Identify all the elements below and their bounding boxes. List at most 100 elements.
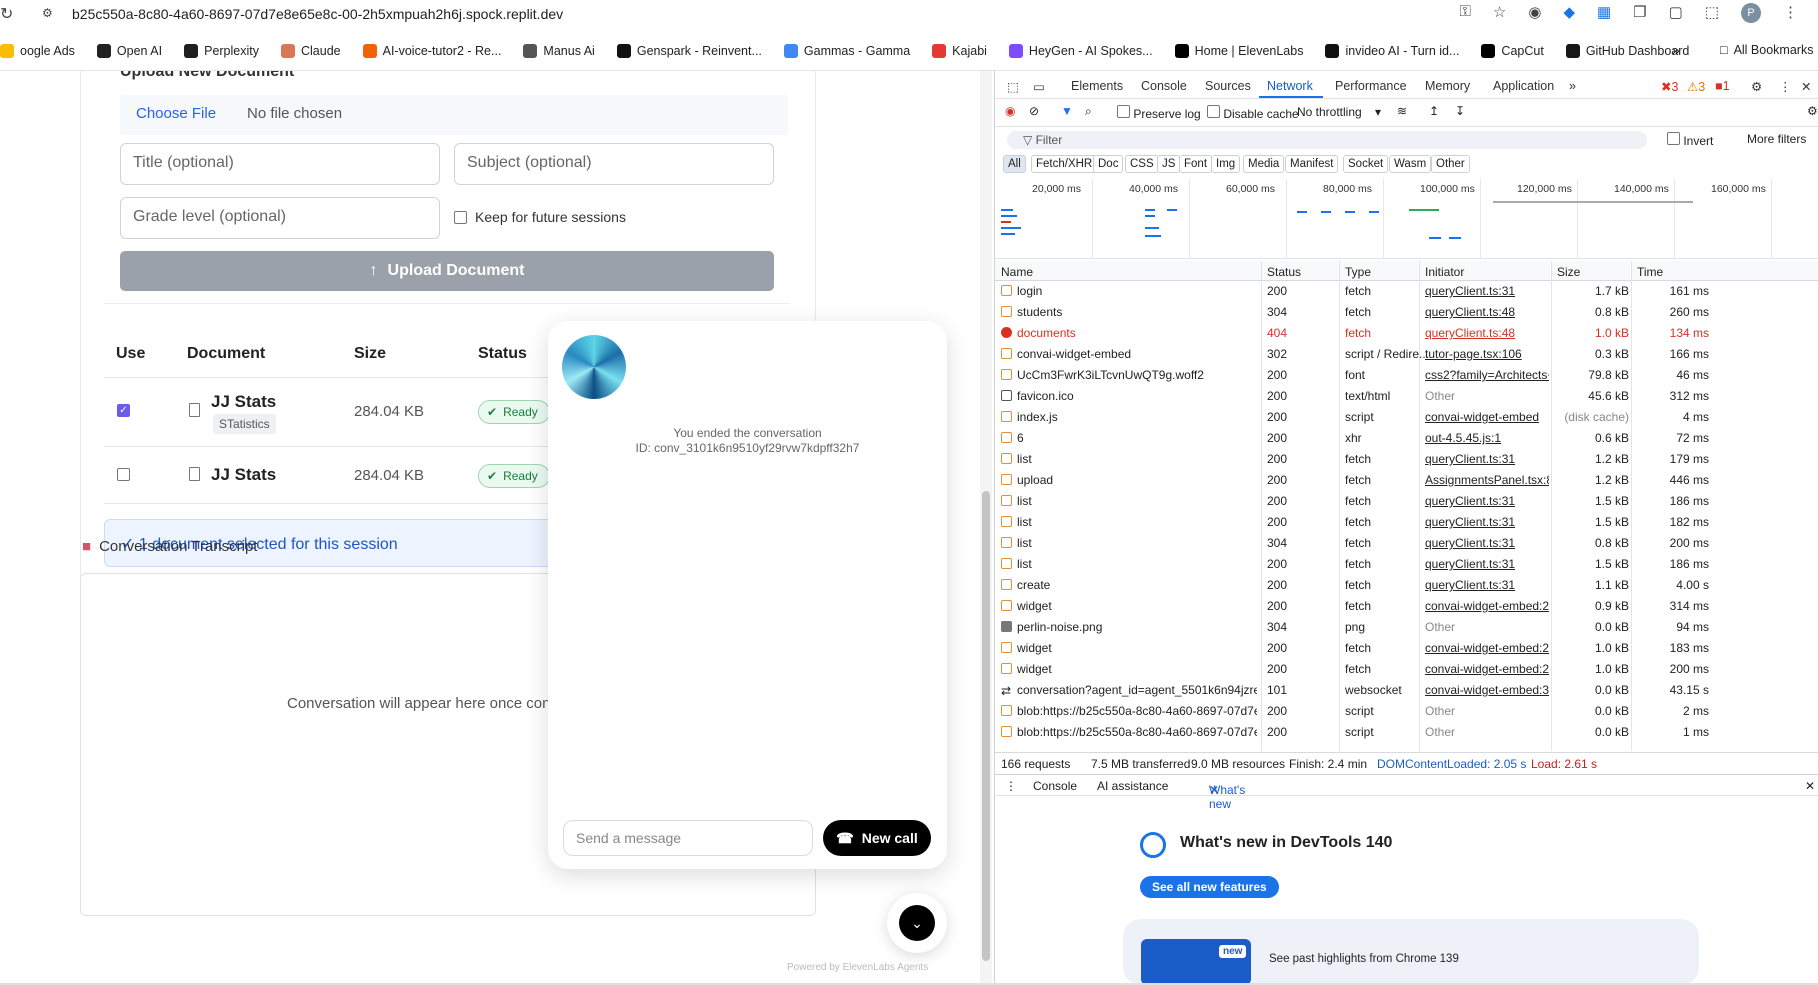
keep-sessions-checkbox[interactable] xyxy=(454,210,467,224)
preserve-log-checkbox[interactable] xyxy=(1117,105,1130,118)
bookmark-item[interactable]: CapCut xyxy=(1481,44,1544,58)
network-settings-icon[interactable]: ⚙ xyxy=(1807,104,1818,118)
bookmark-item[interactable]: Manus Ai xyxy=(523,44,595,58)
clear-icon[interactable]: ⊘ xyxy=(1029,104,1039,118)
title-input[interactable]: Title (optional) xyxy=(120,143,440,185)
export-har-icon[interactable]: ↧ xyxy=(1455,104,1465,118)
password-key-icon[interactable]: ⚿ xyxy=(1459,3,1470,23)
search-icon[interactable]: ⌕ xyxy=(1085,104,1092,119)
subject-input[interactable]: Subject (optional) xyxy=(454,143,774,185)
request-initiator[interactable]: tutor-page.tsx:106 xyxy=(1425,347,1549,361)
devtools-menu-icon[interactable]: ⋮ xyxy=(1779,79,1792,94)
request-initiator[interactable]: out-4.5.45.js:1 xyxy=(1425,431,1549,445)
request-row[interactable]: convai-widget-embed 302 script / Redire...… xyxy=(995,344,1818,365)
preserve-log-option[interactable]: Preserve log xyxy=(1117,105,1201,121)
request-initiator[interactable]: queryClient.ts:48 xyxy=(1425,305,1549,319)
tab-elements[interactable]: Elements xyxy=(1071,79,1123,93)
error-count[interactable]: ✖3 xyxy=(1661,79,1678,94)
tab-console[interactable]: Console xyxy=(1141,79,1187,93)
request-initiator[interactable]: queryClient.ts:31 xyxy=(1425,536,1549,550)
request-initiator[interactable]: queryClient.ts:31 xyxy=(1425,515,1549,529)
request-row[interactable]: ⇄ conversation?agent_id=agent_5501k6n94jz… xyxy=(995,680,1818,701)
request-initiator[interactable]: convai-widget-embed xyxy=(1425,410,1549,424)
request-initiator[interactable]: queryClient.ts:31 xyxy=(1425,557,1549,571)
request-initiator[interactable]: AssignmentsPanel.tsx:84 xyxy=(1425,473,1549,487)
request-row[interactable]: list 200 fetch queryClient.ts:31 1.2 kB 179 m… xyxy=(995,449,1818,470)
filter-chip-media[interactable]: Media xyxy=(1243,155,1285,173)
request-row[interactable]: favicon.ico 200 text/html Other 45.6 kB 312 m… xyxy=(995,386,1818,407)
bookmark-item[interactable]: GitHub Dashboard xyxy=(1565,44,1689,58)
filter-chip-css[interactable]: CSS xyxy=(1125,155,1159,173)
extensions-puzzle-icon[interactable]: ❐ xyxy=(1633,3,1646,23)
keep-sessions-option[interactable]: Keep for future sessions xyxy=(454,209,626,225)
close-tab-icon[interactable]: ✕ xyxy=(1209,783,1219,797)
request-initiator[interactable]: Other xyxy=(1425,704,1549,718)
request-initiator[interactable]: css2?family=Architects+Dau xyxy=(1425,368,1549,382)
url-text[interactable]: b25c550a-8c80-4a60-8697-07d7e8e65e8c-00-… xyxy=(72,6,563,22)
request-row[interactable]: create 200 fetch queryClient.ts:31 1.1 kB 4.0… xyxy=(995,575,1818,596)
tab-sources[interactable]: Sources xyxy=(1205,79,1251,93)
grade-level-input[interactable]: Grade level (optional) xyxy=(120,197,440,239)
bookmark-item[interactable]: Perplexity xyxy=(184,44,259,58)
extension-blue-icon[interactable]: ◆ xyxy=(1563,3,1575,23)
request-initiator[interactable]: Other xyxy=(1425,725,1549,739)
filter-chip-font[interactable]: Font xyxy=(1179,155,1213,173)
request-initiator[interactable]: queryClient.ts:31 xyxy=(1425,284,1549,298)
request-row[interactable]: list 304 fetch queryClient.ts:31 0.8 kB 200 m… xyxy=(995,533,1818,554)
request-row[interactable]: perlin-noise.png 304 png Other 0.0 kB 94 ms xyxy=(995,617,1818,638)
request-row[interactable]: list 200 fetch queryClient.ts:31 1.5 kB 186 m… xyxy=(995,554,1818,575)
bookmark-star-icon[interactable]: ☆ xyxy=(1493,3,1506,23)
request-initiator[interactable]: queryClient.ts:31 xyxy=(1425,452,1549,466)
bookmark-item[interactable]: Claude xyxy=(281,44,341,58)
drawer-tab-ai-assistance[interactable]: AI assistance xyxy=(1097,779,1168,793)
new-call-button[interactable]: ☎ New call xyxy=(823,820,931,856)
request-row[interactable]: UcCm3FwrK3iLTcvnUwQT9g.woff2 200 font css2?… xyxy=(995,365,1818,386)
bookmark-item[interactable]: AI-voice-tutor2 - Re... xyxy=(362,44,501,58)
menu-kebab-icon[interactable]: ⋮ xyxy=(1783,3,1798,23)
profile-avatar[interactable]: P xyxy=(1741,3,1761,23)
network-overview-timeline[interactable]: 20,000 ms 40,000 ms 60,000 ms 80,000 ms 100,… xyxy=(995,179,1818,259)
tab-search-icon[interactable]: ▢ xyxy=(1669,3,1683,23)
filter-chip-all[interactable]: All xyxy=(1003,155,1026,173)
scrollbar-thumb[interactable] xyxy=(982,491,990,961)
bookmark-item[interactable]: HeyGen - AI Spokes... xyxy=(1008,44,1153,58)
filter-chip-js[interactable]: JS xyxy=(1157,155,1181,173)
request-initiator[interactable]: convai-widget-embed:244 xyxy=(1425,662,1549,676)
request-initiator[interactable]: Other xyxy=(1425,620,1549,634)
extension-icon[interactable]: ◉ xyxy=(1528,3,1541,23)
message-input[interactable]: Send a message xyxy=(563,820,813,856)
request-row[interactable]: list 200 fetch queryClient.ts:31 1.5 kB 186 m… xyxy=(995,491,1818,512)
filter-chip-fetchxhr[interactable]: Fetch/XHR xyxy=(1031,155,1098,173)
request-row[interactable]: list 200 fetch queryClient.ts:31 1.5 kB 182 m… xyxy=(995,512,1818,533)
filter-chip-other[interactable]: Other xyxy=(1431,155,1470,173)
tab-performance[interactable]: Performance xyxy=(1335,79,1407,93)
request-row[interactable]: login 200 fetch queryClient.ts:31 1.7 kB 161 … xyxy=(995,281,1818,302)
drawer-tab-console[interactable]: Console xyxy=(1033,779,1077,793)
see-all-features-button[interactable]: See all new features xyxy=(1140,876,1279,898)
request-row[interactable]: index.js 200 script convai-widget-embed (dis… xyxy=(995,407,1818,428)
invert-checkbox[interactable] xyxy=(1667,132,1680,145)
request-row[interactable]: widget 200 fetch convai-widget-embed:244 0.9… xyxy=(995,596,1818,617)
request-row[interactable]: upload 200 fetch AssignmentsPanel.tsx:84 1.2… xyxy=(995,470,1818,491)
highlights-link[interactable]: See past highlights from Chrome 139 xyxy=(1269,953,1459,965)
request-row[interactable]: 6 200 xhr out-4.5.45.js:1 0.6 kB 72 ms xyxy=(995,428,1818,449)
filter-chip-wasm[interactable]: Wasm xyxy=(1389,155,1432,173)
request-initiator[interactable]: convai-widget-embed:38 xyxy=(1425,683,1549,697)
tab-memory[interactable]: Memory xyxy=(1425,79,1470,93)
request-initiator[interactable]: queryClient.ts:31 xyxy=(1425,494,1549,508)
record-icon[interactable]: ◉ xyxy=(1005,104,1015,118)
request-row[interactable]: blob:https://b25c550a-8c80-4a60-8697-07d… xyxy=(995,722,1818,743)
request-initiator[interactable]: queryClient.ts:48 xyxy=(1425,326,1549,340)
bookmark-item[interactable]: Open AI xyxy=(96,44,162,58)
more-filters-button[interactable]: More filters xyxy=(1747,132,1806,146)
more-tabs-icon[interactable]: » xyxy=(1569,79,1576,93)
request-initiator[interactable]: convai-widget-embed:244 xyxy=(1425,599,1549,613)
filter-chip-doc[interactable]: Doc xyxy=(1093,155,1124,173)
apps-grid-icon[interactable]: ▦ xyxy=(1597,3,1611,23)
filter-chip-img[interactable]: Img xyxy=(1211,155,1241,173)
request-row[interactable]: students 304 fetch queryClient.ts:48 0.8 kB 2… xyxy=(995,302,1818,323)
request-initiator[interactable]: convai-widget-embed:244 xyxy=(1425,641,1549,655)
file-picker[interactable]: Choose File No file chosen xyxy=(120,95,788,135)
import-har-icon[interactable]: ↥ xyxy=(1429,104,1439,118)
disable-cache-option[interactable]: Disable cache xyxy=(1207,105,1299,121)
